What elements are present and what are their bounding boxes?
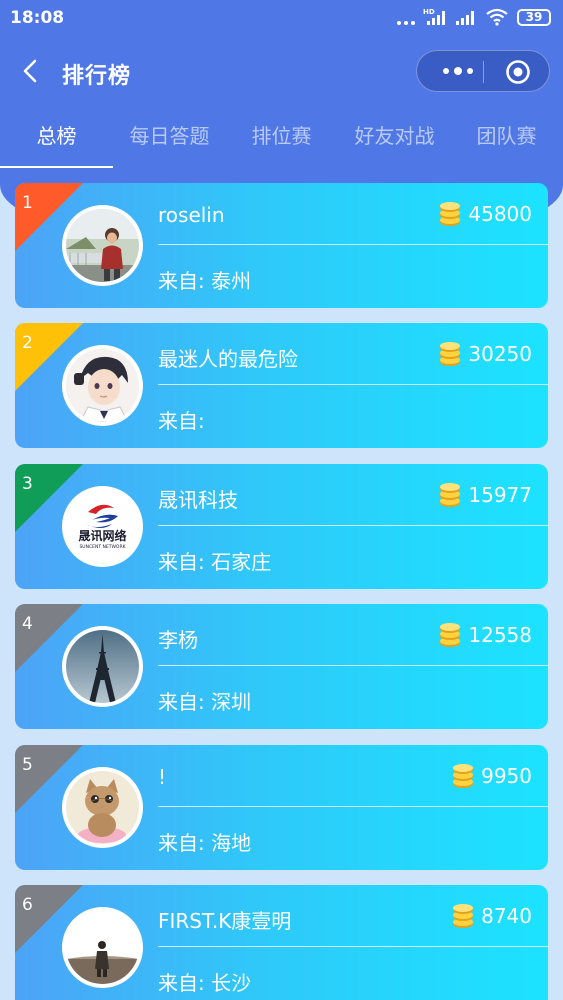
- ranking-card[interactable]: 4 李杨 12558 来自: 深圳: [15, 604, 548, 729]
- score-value: 9950: [481, 764, 532, 788]
- avatar: 晟讯网络 SUNCENT NETWORK: [62, 486, 143, 567]
- more-dots-icon: [397, 9, 415, 25]
- ranking-card[interactable]: 6 FIRST.K康壹明 8740 来自: 长沙: [15, 885, 548, 1000]
- player-location: 来自: 泰州: [158, 269, 252, 293]
- svg-text:HD: HD: [423, 8, 435, 16]
- tab-overall[interactable]: 总榜: [0, 120, 113, 168]
- score: 9950: [451, 763, 532, 789]
- capsule-divider: [483, 61, 484, 83]
- avatar: [62, 205, 143, 286]
- eiffel-tower-icon: [66, 630, 139, 703]
- tab-friend-battle[interactable]: 好友对战: [338, 120, 451, 168]
- score: 30250: [438, 341, 532, 367]
- card-divider: [158, 946, 548, 947]
- card-divider: [158, 806, 548, 807]
- coin-stack-icon: [440, 342, 461, 366]
- person-field-icon: [66, 911, 139, 984]
- score: 15977: [438, 482, 532, 508]
- battery-icon: 39: [517, 8, 551, 26]
- player-location: 来自: 长沙: [158, 971, 252, 995]
- score-value: 45800: [468, 202, 532, 226]
- score: 8740: [451, 903, 532, 929]
- tab-team-match[interactable]: 团队赛: [450, 120, 563, 168]
- rank-number: 2: [22, 333, 33, 353]
- back-arrow-icon[interactable]: [18, 58, 44, 84]
- coin-stack-icon: [440, 623, 461, 647]
- card-divider: [158, 525, 548, 526]
- navigation-bar: 排行榜: [0, 44, 563, 100]
- avatar: [62, 626, 143, 707]
- rank-number: 3: [22, 474, 33, 494]
- coin-stack-icon: [453, 904, 474, 928]
- shengxun-logo-icon: 晟讯网络 SUNCENT NETWORK: [66, 490, 139, 563]
- ranking-card[interactable]: 2 最迷人的最危险 30250 来自:: [15, 323, 548, 448]
- capsule-close-icon[interactable]: [505, 59, 531, 85]
- signal-hd-icon: HD: [423, 8, 445, 25]
- girl-photo-icon: [66, 209, 139, 282]
- rank-number: 1: [22, 193, 33, 213]
- mini-program-capsule: [416, 50, 550, 92]
- avatar: [62, 345, 143, 426]
- svg-text:SUNCENT NETWORK: SUNCENT NETWORK: [79, 544, 126, 550]
- wifi-icon: [486, 8, 508, 26]
- ranking-card[interactable]: 3 晟讯网络 SUNCENT NETWORK 晟讯科技 15977 来自: 石家…: [15, 464, 548, 589]
- status-time: 18:08: [10, 8, 65, 28]
- avatar: [62, 907, 143, 988]
- tab-ranked-match[interactable]: 排位赛: [225, 120, 338, 168]
- player-name: 最迷人的最危险: [158, 347, 298, 371]
- tab-daily-quiz[interactable]: 每日答题: [113, 120, 226, 168]
- svg-text:晟讯网络: 晟讯网络: [78, 528, 126, 543]
- player-location: 来自:: [158, 409, 205, 433]
- kitten-icon: [66, 771, 139, 844]
- status-bar: 18:08 HD 39: [0, 0, 563, 38]
- rank-number: 5: [22, 755, 33, 775]
- ranking-card[interactable]: 1 roselin 45800 来自: 泰州: [15, 183, 548, 308]
- ranking-card[interactable]: 5 ! 9950 来自: 海地: [15, 745, 548, 870]
- player-name: FIRST.K康壹明: [158, 909, 292, 933]
- card-divider: [158, 244, 548, 245]
- card-divider: [158, 384, 548, 385]
- score-value: 8740: [481, 904, 532, 928]
- score: 12558: [438, 622, 532, 648]
- score-value: 30250: [468, 342, 532, 366]
- player-location: 来自: 石家庄: [158, 550, 272, 574]
- score-value: 12558: [468, 623, 532, 647]
- status-icons: HD 39: [397, 8, 551, 26]
- rank-number: 4: [22, 614, 33, 634]
- player-name: 李杨: [158, 628, 198, 652]
- player-location: 来自: 深圳: [158, 690, 252, 714]
- player-name: 晟讯科技: [158, 488, 238, 512]
- capsule-more-button[interactable]: [435, 51, 481, 91]
- card-divider: [158, 665, 548, 666]
- avatar: [62, 767, 143, 848]
- coin-stack-icon: [453, 764, 474, 788]
- player-name: !: [158, 765, 167, 789]
- signal-icon: [456, 11, 474, 25]
- coin-stack-icon: [440, 483, 461, 507]
- page-title: 排行榜: [62, 64, 132, 89]
- coin-stack-icon: [440, 202, 461, 226]
- anime-boy-icon: [66, 349, 139, 422]
- score-value: 15977: [468, 483, 532, 507]
- player-name: roselin: [158, 203, 225, 227]
- player-location: 来自: 海地: [158, 831, 252, 855]
- category-tabs: 总榜 每日答题 排位赛 好友对战 团队赛: [0, 120, 563, 168]
- active-tab-indicator: [0, 166, 113, 168]
- rank-number: 6: [22, 895, 33, 915]
- score: 45800: [438, 201, 532, 227]
